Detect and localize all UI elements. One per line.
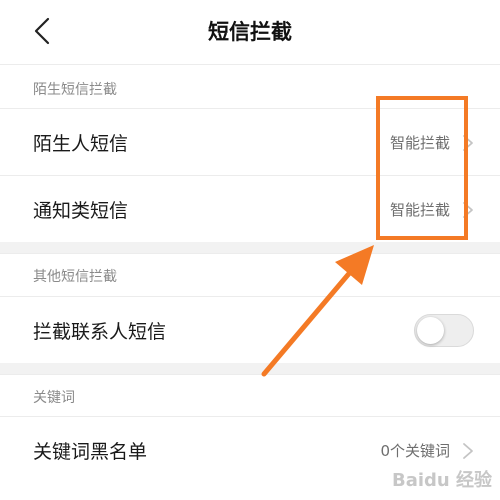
watermark-logo: Baidu 经验 bbox=[391, 470, 492, 491]
block-contacts-toggle[interactable] bbox=[414, 314, 474, 347]
section-divider bbox=[0, 363, 500, 374]
row-value: 0个关键词 bbox=[380, 442, 450, 460]
section-title: 陌生短信拦截 bbox=[33, 82, 117, 98]
annotation-highlight-box bbox=[376, 96, 468, 240]
row-label: 关键词黑名单 bbox=[33, 441, 148, 463]
section-header-keywords: 关键词 bbox=[0, 374, 500, 416]
row-label: 通知类短信 bbox=[33, 200, 129, 222]
section-title: 关键词 bbox=[33, 390, 75, 406]
row-label: 陌生人短信 bbox=[33, 133, 129, 155]
row-label: 拦截联系人短信 bbox=[33, 321, 167, 343]
chevron-right-icon bbox=[463, 443, 473, 459]
section-title: 其他短信拦截 bbox=[33, 269, 117, 285]
section-header-other: 其他短信拦截 bbox=[0, 253, 500, 296]
page-title: 短信拦截 bbox=[208, 20, 292, 44]
section-divider bbox=[0, 242, 500, 253]
setting-row-block-contacts: 拦截联系人短信 bbox=[0, 296, 500, 363]
navigation-header: 短信拦截 bbox=[0, 0, 500, 64]
toggle-knob bbox=[417, 317, 444, 344]
